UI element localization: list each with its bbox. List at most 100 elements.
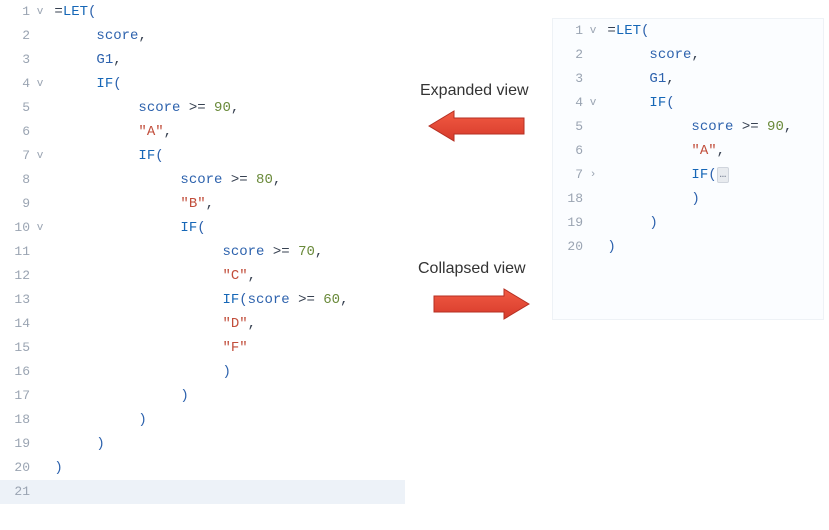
- code-content[interactable]: "B",: [46, 192, 405, 216]
- code-content[interactable]: ): [599, 235, 823, 259]
- code-line[interactable]: 5 score >= 90,: [0, 96, 405, 120]
- token: score: [222, 244, 264, 260]
- code-line[interactable]: 7v IF(: [0, 144, 405, 168]
- code-line[interactable]: 18 ): [553, 187, 823, 211]
- code-content[interactable]: ): [46, 456, 405, 480]
- code-content[interactable]: =LET(: [599, 19, 823, 43]
- token: (: [239, 292, 247, 308]
- token: LET: [63, 4, 88, 20]
- code-line[interactable]: 4v IF(: [553, 91, 823, 115]
- code-content[interactable]: G1,: [46, 48, 405, 72]
- fold-toggle-icon[interactable]: ›: [587, 163, 599, 187]
- code-line[interactable]: 6 "A",: [553, 139, 823, 163]
- fold-toggle-icon[interactable]: v: [587, 19, 599, 43]
- code-content[interactable]: "C",: [46, 264, 405, 288]
- code-line[interactable]: 2 score,: [0, 24, 405, 48]
- code-line[interactable]: 1v =LET(: [553, 19, 823, 43]
- token: ,: [340, 292, 348, 308]
- code-line[interactable]: 3 G1,: [553, 67, 823, 91]
- code-content[interactable]: ): [46, 384, 405, 408]
- code-content[interactable]: "A",: [46, 120, 405, 144]
- code-content[interactable]: score >= 70,: [46, 240, 405, 264]
- fold-toggle-icon[interactable]: v: [34, 72, 46, 96]
- code-line[interactable]: 6 "A",: [0, 120, 405, 144]
- fold-toggle-icon: [34, 168, 46, 192]
- line-number: 3: [553, 67, 587, 91]
- code-line[interactable]: 11 score >= 70,: [0, 240, 405, 264]
- line-number: 5: [553, 115, 587, 139]
- code-line[interactable]: 2 score,: [553, 43, 823, 67]
- code-content[interactable]: "D",: [46, 312, 405, 336]
- code-editor-expanded: 1v =LET(2 score,3 G1,4v IF(5 score >= 90…: [0, 0, 405, 530]
- code-content[interactable]: score,: [599, 43, 823, 67]
- code-content[interactable]: =LET(: [46, 0, 405, 24]
- code-content[interactable]: IF(score >= 60,: [46, 288, 405, 312]
- line-number: 10: [0, 216, 34, 240]
- fold-toggle-icon: [587, 187, 599, 211]
- code-content[interactable]: IF(…: [599, 163, 823, 187]
- code-content[interactable]: score >= 80,: [46, 168, 405, 192]
- code-line[interactable]: 20 ): [0, 456, 405, 480]
- code-line[interactable]: 4v IF(: [0, 72, 405, 96]
- code-line[interactable]: 1v =LET(: [0, 0, 405, 24]
- code-content[interactable]: IF(: [46, 72, 405, 96]
- code-line[interactable]: 19 ): [0, 432, 405, 456]
- code-line[interactable]: 20 ): [553, 235, 823, 259]
- code-line[interactable]: 12 "C",: [0, 264, 405, 288]
- code-content[interactable]: ): [46, 408, 405, 432]
- fold-toggle-icon: [34, 288, 46, 312]
- line-number: 14: [0, 312, 34, 336]
- token: "A": [691, 143, 716, 159]
- token: "A": [138, 124, 163, 140]
- code-content[interactable]: ): [599, 187, 823, 211]
- code-content[interactable]: "A",: [599, 139, 823, 163]
- line-number: 3: [0, 48, 34, 72]
- line-number: 20: [0, 456, 34, 480]
- fold-toggle-icon: [587, 139, 599, 163]
- code-line[interactable]: 14 "D",: [0, 312, 405, 336]
- fold-toggle-icon: [34, 408, 46, 432]
- code-content[interactable]: IF(: [46, 144, 405, 168]
- fold-toggle-icon: [34, 240, 46, 264]
- code-line[interactable]: 10v IF(: [0, 216, 405, 240]
- code-content[interactable]: score >= 90,: [46, 96, 405, 120]
- code-line[interactable]: 7› IF(…: [553, 163, 823, 187]
- code-line[interactable]: 19 ): [553, 211, 823, 235]
- fold-toggle-icon: [587, 211, 599, 235]
- code-content[interactable]: IF(: [599, 91, 823, 115]
- code-content[interactable]: ): [46, 360, 405, 384]
- code-line[interactable]: 3 G1,: [0, 48, 405, 72]
- code-line[interactable]: 21: [0, 480, 405, 504]
- line-number: 19: [0, 432, 34, 456]
- fold-toggle-icon[interactable]: v: [34, 216, 46, 240]
- token: score: [180, 172, 222, 188]
- code-line[interactable]: 18 ): [0, 408, 405, 432]
- token: ,: [784, 119, 792, 135]
- code-line[interactable]: 8 score >= 80,: [0, 168, 405, 192]
- code-line[interactable]: 16 ): [0, 360, 405, 384]
- code-line[interactable]: 5 score >= 90,: [553, 115, 823, 139]
- code-content[interactable]: score,: [46, 24, 405, 48]
- fold-toggle-icon[interactable]: v: [34, 144, 46, 168]
- line-number: 13: [0, 288, 34, 312]
- fold-toggle-icon: [34, 192, 46, 216]
- line-number: 6: [553, 139, 587, 163]
- code-content[interactable]: IF(: [46, 216, 405, 240]
- code-content[interactable]: ): [599, 211, 823, 235]
- fold-toggle-icon[interactable]: v: [587, 91, 599, 115]
- code-line[interactable]: 9 "B",: [0, 192, 405, 216]
- fold-toggle-icon: [34, 456, 46, 480]
- line-number: 18: [553, 187, 587, 211]
- code-content[interactable]: "F": [46, 336, 405, 360]
- token: (: [708, 167, 716, 183]
- fold-toggle-icon[interactable]: v: [34, 0, 46, 24]
- token: ): [222, 364, 230, 380]
- code-line[interactable]: 17 ): [0, 384, 405, 408]
- token: ,: [315, 244, 323, 260]
- code-content[interactable]: G1,: [599, 67, 823, 91]
- code-content[interactable]: score >= 90,: [599, 115, 823, 139]
- code-line[interactable]: 15 "F": [0, 336, 405, 360]
- code-content[interactable]: ): [46, 432, 405, 456]
- code-line[interactable]: 13 IF(score >= 60,: [0, 288, 405, 312]
- code-content[interactable]: [46, 480, 405, 504]
